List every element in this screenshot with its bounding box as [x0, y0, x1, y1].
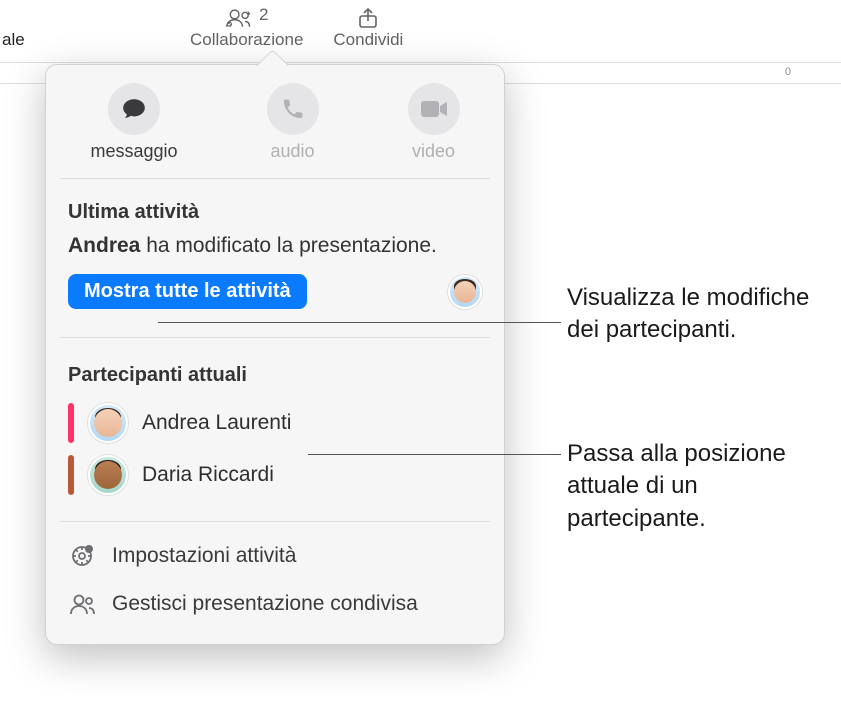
participant-row[interactable]: Daria Riccardi [68, 449, 482, 501]
callout-text: Visualizza le modifiche dei partecipanti… [567, 282, 817, 347]
message-label: messaggio [90, 141, 177, 162]
manage-shared-button[interactable]: Gestisci presentazione condivisa [68, 580, 482, 628]
participants-section: Partecipanti attuali Andrea Laurenti Dar… [46, 348, 504, 511]
video-button[interactable]: video [408, 83, 460, 162]
share-icon [354, 6, 382, 30]
activity-settings-label: Impostazioni attività [112, 544, 296, 568]
activity-line: Andrea ha modificato la presentazione. [68, 234, 482, 258]
participant-name: Andrea Laurenti [142, 411, 291, 435]
participant-color [68, 455, 74, 495]
avatar [88, 455, 128, 495]
ruler-tick: 0 [785, 63, 791, 83]
callout-leader [158, 322, 561, 323]
collaboration-popover: messaggio audio video Ultima attività An [45, 64, 505, 645]
divider [60, 178, 490, 179]
manage-shared-label: Gestisci presentazione condivisa [112, 592, 418, 616]
communication-row: messaggio audio video [46, 65, 504, 172]
audio-button[interactable]: audio [267, 83, 319, 162]
people-icon [225, 6, 253, 30]
phone-icon [281, 97, 305, 121]
participants-title: Partecipanti attuali [68, 364, 482, 387]
divider [60, 521, 490, 522]
video-icon [420, 99, 448, 119]
participants-list: Andrea Laurenti Daria Riccardi [68, 397, 482, 501]
share-label: Condividi [333, 30, 403, 50]
footer-list: Impostazioni attività Gestisci presentaz… [46, 532, 504, 644]
activity-suffix: ha modificato la presentazione. [140, 234, 437, 257]
message-button[interactable]: messaggio [90, 83, 177, 162]
people-manage-icon [69, 593, 95, 615]
show-all-activity-button[interactable]: Mostra tutte le attività [68, 274, 307, 309]
callout-text: Passa alla posizione attuale di un parte… [567, 438, 837, 535]
collaboration-count: 2 [259, 5, 268, 25]
gear-badge-icon [70, 544, 94, 568]
participant-name: Daria Riccardi [142, 463, 274, 487]
message-icon [121, 96, 147, 122]
collaboration-label: Collaborazione [190, 30, 303, 50]
activity-settings-button[interactable]: Impostazioni attività [68, 532, 482, 580]
callout-leader [308, 454, 561, 455]
participant-row[interactable]: Andrea Laurenti [68, 397, 482, 449]
toolbar-share-button[interactable]: Condividi [333, 0, 403, 62]
activity-section-title: Ultima attività [68, 201, 482, 224]
participant-color [68, 403, 74, 443]
activity-actor: Andrea [68, 234, 140, 257]
activity-section: Ultima attività Andrea ha modificato la … [46, 185, 504, 327]
divider [60, 337, 490, 338]
toolbar-collaboration-button[interactable]: 2 Collaborazione [190, 0, 303, 62]
top-toolbar: 2 Collaborazione Condividi [0, 0, 841, 62]
audio-label: audio [270, 141, 314, 162]
avatar [88, 403, 128, 443]
video-label: video [412, 141, 455, 162]
activity-avatar[interactable] [448, 275, 482, 309]
